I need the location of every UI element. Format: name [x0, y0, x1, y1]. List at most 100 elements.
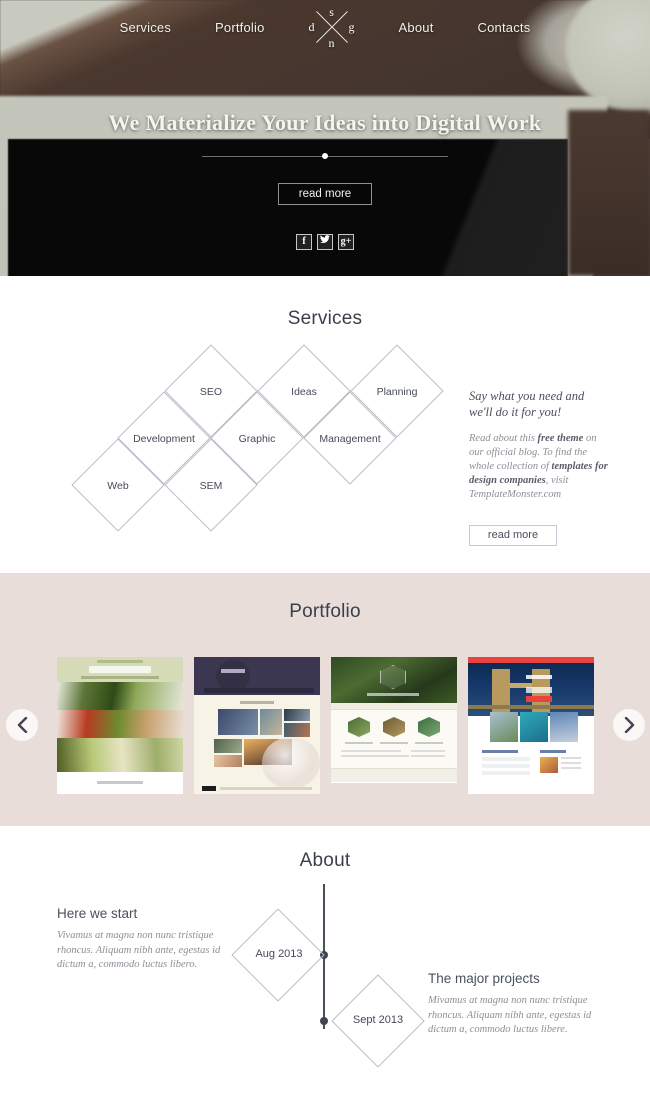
- services-diamond-diagram: SEO Ideas Planning Development Graphic M…: [52, 344, 444, 535]
- hero-read-more-button[interactable]: read more: [278, 183, 372, 205]
- golf-tagline: [367, 693, 419, 696]
- travel-form-row-2: [482, 764, 530, 768]
- portfolio-thumb-travel[interactable]: [468, 657, 594, 794]
- logo-letter-south: n: [328, 36, 335, 50]
- photography-body: [194, 695, 320, 794]
- travel-body: [468, 712, 594, 794]
- portfolio-thumb-restaurant[interactable]: [57, 657, 183, 794]
- photography-tile-5: [214, 739, 242, 753]
- nav-item-about[interactable]: About: [399, 20, 434, 35]
- facebook-icon[interactable]: f: [296, 234, 312, 250]
- chevron-right-icon: [624, 717, 634, 733]
- photography-tile-1: [218, 709, 258, 735]
- travel-cta-button[interactable]: [526, 696, 552, 702]
- restaurant-dots: [97, 660, 143, 663]
- about-right-text: Mivamus at magna non nunc tristique rhon…: [428, 995, 592, 1035]
- site-logo[interactable]: s d g n: [309, 4, 355, 50]
- golf-card-3: [418, 717, 440, 737]
- travel-form-title: [482, 750, 518, 753]
- golf-card-label-3: [415, 742, 443, 744]
- nav-item-services[interactable]: Services: [120, 20, 171, 35]
- twitter-icon[interactable]: [317, 234, 333, 250]
- timeline-label-aug: Aug 2013: [255, 948, 303, 960]
- travel-side-image: [540, 757, 558, 773]
- travel-form-row-3: [482, 771, 530, 775]
- chevron-left-icon: [17, 717, 27, 733]
- services-text-block: Say what you need and we'll do it for yo…: [469, 388, 609, 502]
- diamond-label-sem: SEM: [199, 480, 223, 492]
- travel-side-text-3: [561, 767, 581, 769]
- nav-item-contacts[interactable]: Contacts: [478, 20, 531, 35]
- travel-side-text-1: [561, 757, 581, 759]
- services-lead-text: Say what you need and we'll do it for yo…: [469, 389, 585, 419]
- restaurant-photo-2: [57, 710, 183, 738]
- portfolio-next-button[interactable]: [613, 709, 645, 741]
- about-right-heading: The major projects: [428, 971, 540, 986]
- restaurant-photo-3: [57, 738, 183, 772]
- diamond-label-graphic: Graphic: [238, 433, 276, 445]
- restaurant-photo-1: [57, 682, 183, 710]
- diamond-label-development: Development: [133, 433, 195, 445]
- golf-card-2: [383, 717, 405, 737]
- timeline-dot-2: [320, 1017, 328, 1025]
- portfolio-prev-button[interactable]: [6, 709, 38, 741]
- restaurant-footer-text: [97, 781, 143, 784]
- portfolio-thumb-golf[interactable]: [331, 657, 457, 783]
- photography-tile-7: [214, 755, 242, 767]
- photography-footer-logo: [202, 786, 216, 791]
- travel-form-row-1: [482, 757, 530, 761]
- about-title: About: [299, 850, 351, 871]
- golf-card-1: [348, 717, 370, 737]
- diamond-label-planning: Planning: [376, 386, 418, 398]
- google-plus-icon[interactable]: g+: [338, 234, 354, 250]
- about-left-heading: Here we start: [57, 906, 138, 921]
- diamond-label-seo: SEO: [199, 386, 223, 398]
- photography-tile-4: [284, 723, 310, 737]
- nav-item-portfolio[interactable]: Portfolio: [215, 20, 265, 35]
- golf-text-2: [341, 755, 409, 757]
- diamond-label-ideas: Ideas: [291, 386, 317, 398]
- services-title: Services: [287, 308, 363, 329]
- travel-tile-3: [550, 712, 578, 742]
- services-body-text: Read about this free theme on our offici…: [469, 432, 609, 502]
- portfolio-thumb-photography[interactable]: [194, 657, 320, 794]
- travel-side-text-2: [561, 762, 581, 764]
- logo-letter-east: g: [348, 20, 355, 34]
- services-body-part-1: Read about this: [469, 433, 538, 444]
- travel-price-badge: [526, 687, 552, 693]
- photography-footer-line: [220, 787, 312, 790]
- photography-tile-3: [284, 709, 310, 721]
- photography-tile-2: [260, 709, 282, 735]
- logo-letter-west: d: [308, 20, 315, 34]
- golf-text-1: [341, 750, 401, 752]
- photography-lens-overlay: [262, 737, 320, 789]
- diamond-label-management: Management: [319, 433, 381, 445]
- social-links: f g+: [0, 234, 650, 250]
- golf-navbar: [331, 703, 457, 710]
- restaurant-wordmark: [89, 666, 151, 673]
- services-read-more-button[interactable]: read more: [469, 525, 557, 546]
- golf-card-label-2: [380, 742, 408, 744]
- travel-side-title: [540, 750, 566, 753]
- travel-bridge-deck: [468, 705, 594, 709]
- travel-tile-2: [520, 712, 548, 742]
- hero-banner: Services Portfolio s d g n About Contact…: [0, 0, 650, 276]
- golf-card-label-1: [345, 742, 373, 744]
- about-right-block: The major projects Mivamus at magna non …: [428, 971, 598, 1038]
- diamond-label-web: Web: [107, 480, 129, 492]
- golf-text-4: [411, 755, 445, 757]
- travel-hero: [468, 663, 594, 716]
- restaurant-header: [57, 657, 183, 682]
- photography-logo-text: [221, 669, 245, 673]
- slider-indicator-dot[interactable]: [322, 153, 328, 159]
- golf-body: [331, 710, 457, 768]
- restaurant-footer: [57, 772, 183, 794]
- portfolio-title: Portfolio: [289, 601, 361, 622]
- restaurant-menu: [81, 676, 159, 679]
- hero-title: We Materialize Your Ideas into Digital W…: [108, 110, 542, 135]
- timeline-label-sept: Sept 2013: [352, 1014, 404, 1026]
- logo-letter-north: s: [329, 5, 334, 19]
- photography-navbar: [204, 688, 314, 693]
- about-left-text: Vivamus at magna non nunc tristique rhon…: [57, 930, 221, 970]
- photography-header: [194, 657, 320, 695]
